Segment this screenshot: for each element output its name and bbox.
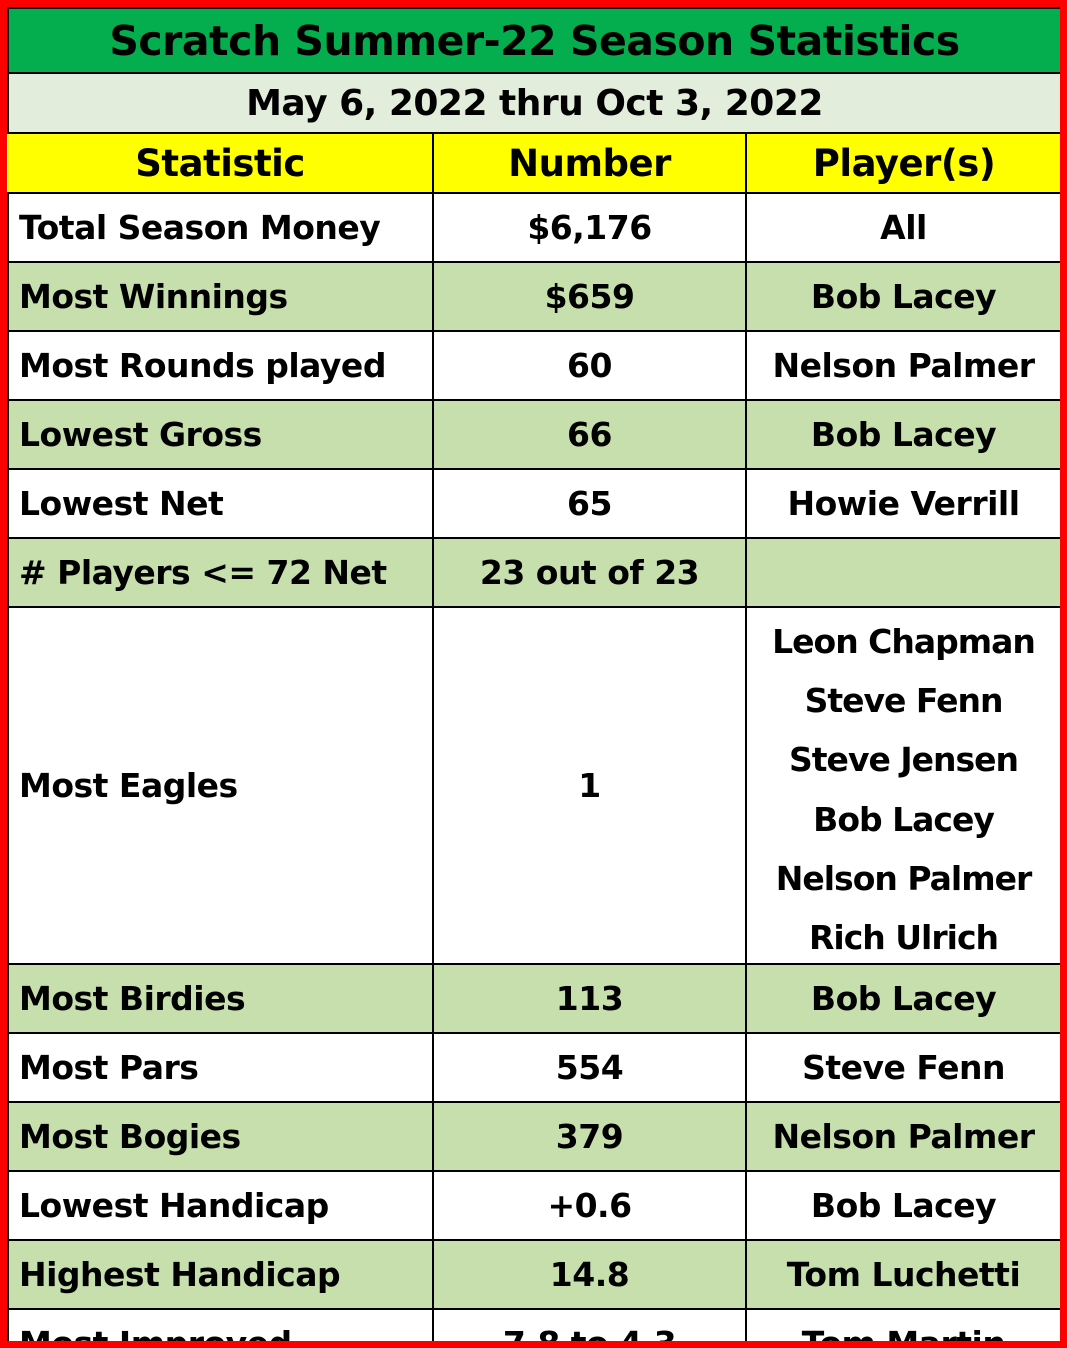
row-players: [744, 537, 1060, 608]
row-statistic: Lowest Handicap: [7, 1170, 434, 1241]
list-item: Leon Chapman: [772, 621, 1036, 661]
row-number: 65: [432, 468, 747, 539]
season-statistics-table: Scratch Summer-22 Season Statistics May …: [7, 7, 1060, 1341]
list-item: Bob Lacey: [813, 799, 995, 839]
row-number: $6,176: [432, 192, 747, 263]
row-number: +0.6: [432, 1170, 747, 1241]
date-range-subtitle: May 6, 2022 thru Oct 3, 2022: [7, 72, 1060, 134]
row-statistic: Most Pars: [7, 1032, 434, 1103]
row-players: Bob Lacey: [744, 963, 1060, 1034]
row-statistic: Highest Handicap: [7, 1239, 434, 1310]
row-players: Tom Martin: [744, 1308, 1060, 1341]
row-players: Bob Lacey: [744, 261, 1060, 332]
row-statistic: Most Improved: [7, 1308, 434, 1341]
row-statistic: Most Winnings: [7, 261, 434, 332]
table-row: Lowest Gross 66 Bob Lacey: [7, 399, 1060, 470]
list-item: Steve Fenn: [804, 680, 1004, 720]
table-row: Most Rounds played 60 Nelson Palmer: [7, 330, 1060, 401]
row-statistic: Lowest Net: [7, 468, 434, 539]
row-players: Tom Luchetti: [744, 1239, 1060, 1310]
row-number: 554: [432, 1032, 747, 1103]
row-number: 60: [432, 330, 747, 401]
table-row: Lowest Net 65 Howie Verrill: [7, 468, 1060, 539]
title-row: Scratch Summer-22 Season Statistics: [7, 7, 1060, 74]
row-number: 14.8: [432, 1239, 747, 1310]
season-statistics-sheet: Scratch Summer-22 Season Statistics May …: [0, 0, 1067, 1348]
table-row: Highest Handicap 14.8 Tom Luchetti: [7, 1239, 1060, 1310]
table-row: Most Improved 7.8 to 4.3 Tom Martin: [7, 1308, 1060, 1341]
row-statistic: Lowest Gross: [7, 399, 434, 470]
row-number: 113: [432, 963, 747, 1034]
table-row: Lowest Handicap +0.6 Bob Lacey: [7, 1170, 1060, 1241]
table-row-eagles: Most Eagles 1 Leon Chapman Steve Fenn St…: [7, 606, 1060, 965]
column-header-row: Statistic Number Player(s): [8, 132, 1060, 194]
table-row: Total Season Money $6,176 All: [7, 192, 1060, 263]
row-players: Howie Verrill: [744, 468, 1060, 539]
row-number: 379: [432, 1101, 747, 1172]
row-statistic: # Players <= 72 Net: [7, 537, 434, 608]
row-players: Bob Lacey: [744, 399, 1060, 470]
row-number: 1: [432, 606, 747, 965]
row-statistic: Total Season Money: [7, 192, 434, 263]
page-title: Scratch Summer-22 Season Statistics: [7, 7, 1060, 74]
row-players-list: Leon Chapman Steve Fenn Steve Jensen Bob…: [744, 606, 1060, 965]
eagles-player-names: Leon Chapman Steve Fenn Steve Jensen Bob…: [757, 617, 1050, 955]
list-item: Rich Ulrich: [809, 918, 999, 958]
row-number: 66: [432, 399, 747, 470]
column-header-number: Number: [432, 132, 747, 194]
list-item: Steve Jensen: [789, 740, 1019, 780]
table-row: Most Pars 554 Steve Fenn: [7, 1032, 1060, 1103]
row-players: Steve Fenn: [744, 1032, 1060, 1103]
column-header-players: Player(s): [744, 132, 1060, 194]
row-number: 7.8 to 4.3: [432, 1308, 747, 1341]
row-statistic: Most Rounds played: [7, 330, 434, 401]
row-statistic: Most Birdies: [7, 963, 434, 1034]
column-header-statistic: Statistic: [8, 132, 434, 194]
row-players: Bob Lacey: [744, 1170, 1060, 1241]
list-item: Nelson Palmer: [775, 859, 1033, 899]
table-row: Most Winnings $659 Bob Lacey: [7, 261, 1060, 332]
subtitle-row: May 6, 2022 thru Oct 3, 2022: [7, 72, 1060, 134]
row-number: $659: [432, 261, 747, 332]
row-statistic: Most Bogies: [7, 1101, 434, 1172]
table-row: Most Birdies 113 Bob Lacey: [7, 963, 1060, 1034]
row-players: Nelson Palmer: [744, 330, 1060, 401]
table-row: # Players <= 72 Net 23 out of 23: [7, 537, 1060, 608]
row-players: Nelson Palmer: [744, 1101, 1060, 1172]
row-players: All: [744, 192, 1060, 263]
table-row: Most Bogies 379 Nelson Palmer: [7, 1101, 1060, 1172]
row-number: 23 out of 23: [432, 537, 747, 608]
row-statistic: Most Eagles: [7, 606, 434, 965]
